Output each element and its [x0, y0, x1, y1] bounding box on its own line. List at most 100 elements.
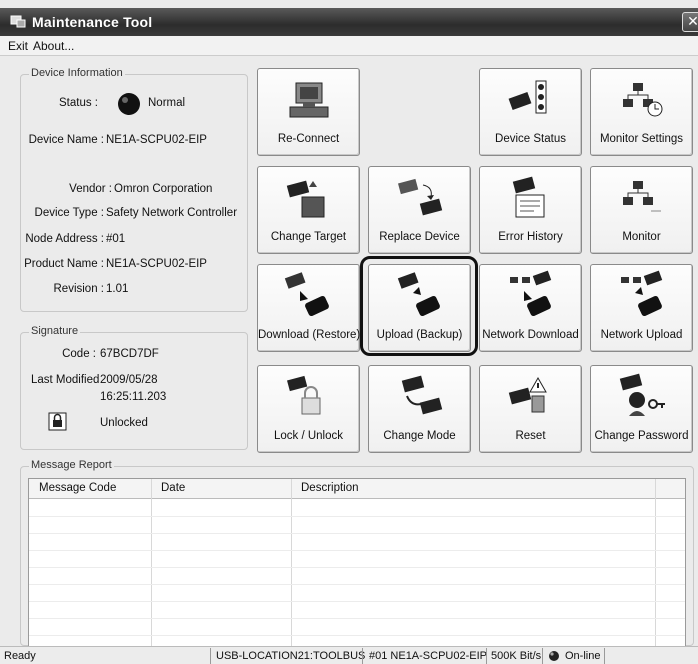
product-name-label: Product Name : [24, 258, 104, 270]
device-status-button[interactable]: Device Status [479, 68, 582, 156]
table-row-line [29, 567, 685, 568]
status-label: Status : [59, 97, 98, 109]
error-history-button[interactable]: Error History [479, 166, 582, 254]
replace-device-label: Replace Device [379, 231, 460, 243]
status-separator [486, 648, 487, 664]
status-value: Normal [148, 97, 186, 109]
change-target-label: Change Target [270, 231, 347, 243]
signature-legend: Signature [29, 325, 81, 337]
menu-about[interactable]: About... [33, 39, 74, 53]
code-label: Code : [62, 348, 96, 360]
error-history-label: Error History [498, 231, 563, 243]
upload-backup-highlight [360, 256, 478, 356]
lock-status-icon [48, 412, 67, 431]
status-separator [542, 648, 543, 664]
status-online: On-line [565, 650, 601, 662]
status-separator [362, 648, 363, 664]
computer-icon [289, 82, 329, 118]
status-bar: Ready USB-LOCATION21:TOOLBUS #01 NE1A-SC… [0, 646, 698, 664]
table-row-line [29, 635, 685, 636]
table-header: Message Code Date Description [29, 479, 685, 499]
menu-exit[interactable]: Exit [8, 39, 28, 53]
change-mode-button[interactable]: Change Mode [368, 365, 471, 453]
replace-device-icon [398, 178, 443, 216]
status-device: #01 NE1A-SCPU02-EIP [369, 650, 487, 662]
code-value: 67BCD7DF [100, 348, 159, 360]
node-address-label: Node Address : [25, 233, 104, 245]
network-download-label: Network Download [482, 329, 579, 341]
last-modified-time: 16:25:11.203 [100, 391, 167, 403]
reconnect-button[interactable]: Re-Connect [257, 68, 360, 156]
network-upload-icon [621, 270, 663, 317]
maintenance-tool-window: Maintenance Tool ✕ Exit About... Device … [0, 0, 698, 664]
close-button[interactable]: ✕ [682, 12, 698, 32]
last-modified-date: 2009/05/28 [100, 374, 158, 386]
status-ready: Ready [4, 650, 36, 662]
revision-label: Revision : [53, 283, 105, 295]
message-report-legend: Message Report [29, 459, 114, 471]
status-connection: USB-LOCATION21:TOOLBUS [216, 650, 366, 662]
table-row-line [29, 533, 685, 534]
lock-unlock-label: Lock / Unlock [273, 430, 344, 442]
change-target-icon [286, 180, 325, 218]
network-upload-button[interactable]: Network Upload [590, 264, 693, 352]
table-row-line [29, 550, 685, 551]
lock-state: Unlocked [100, 417, 148, 429]
status-baud: 500K Bit/s [491, 650, 542, 662]
monitor-button[interactable]: Monitor [590, 166, 693, 254]
title-bar: Maintenance Tool ✕ [0, 8, 698, 36]
reset-label: Reset [515, 430, 546, 442]
replace-device-button[interactable]: Replace Device [368, 166, 471, 254]
change-password-label: Change Password [594, 430, 689, 442]
network-download-button[interactable]: Network Download [479, 264, 582, 352]
device-information-legend: Device Information [29, 67, 125, 79]
column-divider [151, 479, 152, 647]
lock-unlock-icon [287, 375, 321, 415]
network-download-icon [510, 270, 552, 317]
reconnect-label: Re-Connect [277, 133, 340, 145]
app-icon [10, 15, 26, 28]
online-icon [549, 651, 559, 661]
change-password-icon [619, 373, 665, 416]
column-message-code[interactable]: Message Code [39, 482, 116, 494]
menu-bar: Exit About... [0, 36, 698, 56]
reset-button[interactable]: Reset [479, 365, 582, 453]
revision-value: 1.01 [106, 283, 129, 295]
column-description[interactable]: Description [301, 482, 359, 494]
error-history-icon [512, 176, 545, 218]
network-upload-label: Network Upload [600, 329, 683, 341]
status-separator [604, 648, 605, 664]
vendor-label: Vendor : [69, 183, 112, 195]
close-icon: ✕ [687, 13, 698, 29]
change-target-button[interactable]: Change Target [257, 166, 360, 254]
device-status-icon [508, 80, 547, 114]
table-row-line [29, 618, 685, 619]
change-mode-icon [401, 375, 443, 415]
monitor-settings-label: Monitor Settings [599, 133, 684, 145]
download-icon [284, 272, 329, 317]
download-restore-button[interactable]: Download (Restore) [257, 264, 360, 352]
device-status-label: Device Status [495, 133, 566, 145]
table-row-line [29, 584, 685, 585]
status-indicator-icon [118, 93, 140, 115]
last-modified-label: Last Modified [31, 374, 100, 386]
column-date[interactable]: Date [161, 482, 185, 494]
device-name-value: NE1A-SCPU02-EIP [106, 134, 207, 146]
status-separator [210, 648, 211, 664]
column-divider [291, 479, 292, 647]
device-type-value: Safety Network Controller [106, 207, 238, 219]
monitor-settings-button[interactable]: Monitor Settings [590, 68, 693, 156]
monitor-label: Monitor [622, 231, 661, 243]
change-mode-label: Change Mode [383, 430, 456, 442]
device-type-label: Device Type : [34, 207, 104, 219]
download-restore-label: Download (Restore) [258, 329, 361, 341]
vendor-value: Omron Corporation [114, 183, 213, 195]
column-divider [655, 479, 656, 647]
product-name-value: NE1A-SCPU02-EIP [106, 258, 207, 270]
lock-unlock-button[interactable]: Lock / Unlock [257, 365, 360, 453]
monitor-settings-icon [623, 83, 663, 117]
table-row-line [29, 516, 685, 517]
change-password-button[interactable]: Change Password [590, 365, 693, 453]
message-report-table[interactable]: Message Code Date Description [28, 478, 686, 648]
node-address-value: #01 [106, 233, 126, 245]
